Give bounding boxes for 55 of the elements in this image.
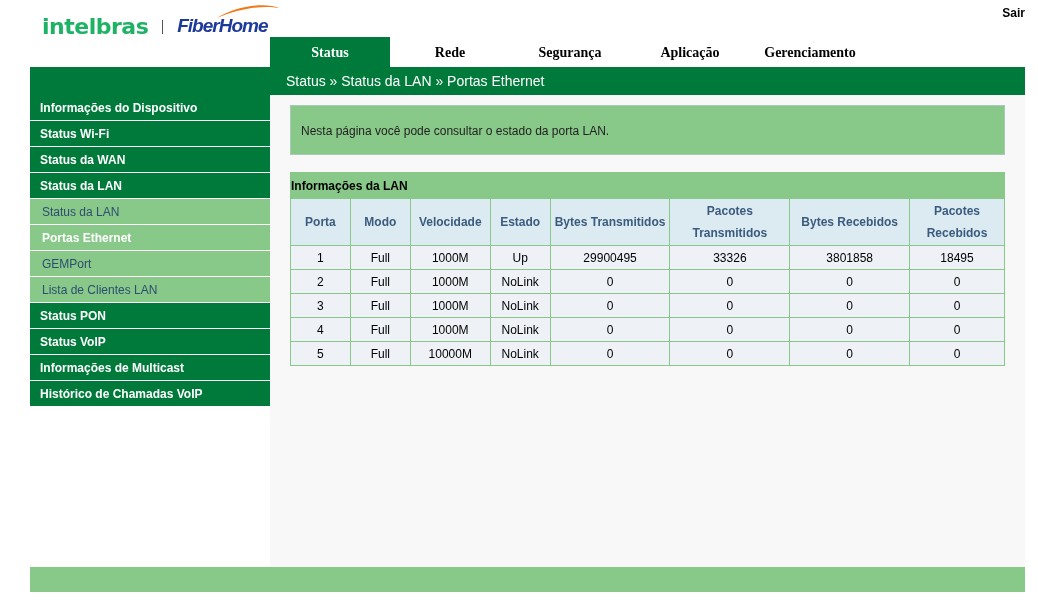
column-header: Velocidade [410,198,491,246]
table-cell: 0 [909,293,1005,318]
table-cell: 33326 [669,245,790,270]
nav-tab[interactable]: Aplicação [630,37,750,67]
nav-tab[interactable]: Rede [390,37,510,67]
sidebar-item[interactable]: Informações de Multicast [30,355,270,381]
column-header: Modo [350,198,411,246]
sidebar-subitem[interactable]: Status da LAN [30,199,270,225]
table-cell: 3 [290,293,351,318]
nav-tab[interactable]: Segurança [510,37,630,67]
table-cell: 29900495 [550,245,670,270]
sidebar-subitem[interactable]: Lista de Clientes LAN [30,277,270,303]
column-header: Pacotes Recebidos [909,198,1005,246]
sidebar-item[interactable]: Status da LAN [30,173,270,199]
sidebar-item[interactable]: Status VoIP [30,329,270,355]
table-cell: 0 [550,341,670,366]
sidebar-item[interactable]: Status da WAN [30,147,270,173]
table-cell: 0 [909,269,1005,294]
column-header: Estado [490,198,551,246]
sidebar-item[interactable]: Informações do Dispositivo [30,95,270,121]
table-cell: 0 [550,293,670,318]
table-cell: 0 [669,269,790,294]
nav-tab[interactable]: Gerenciamento [750,37,870,67]
column-header: Porta [290,198,351,246]
table-cell: 0 [909,317,1005,342]
table-cell: 0 [669,293,790,318]
logout-link[interactable]: Sair [1002,4,1025,22]
column-header: Bytes Recebidos [789,198,910,246]
info-message: Nesta página você pode consultar o estado da porta LAN. [290,105,1005,155]
brand-logo: intelbras [42,13,149,41]
table-cell: 0 [789,317,910,342]
partner-logo: FiberHome [177,12,268,41]
column-header: Bytes Transmitidos [550,198,670,246]
table-cell: 5 [290,341,351,366]
table-cell: 0 [550,269,670,294]
nav-tab[interactable]: Status [270,37,390,67]
table-cell: 1 [290,245,351,270]
column-header: Pacotes Transmitidos [669,198,790,246]
table-cell: 0 [789,293,910,318]
table-cell: 18495 [909,245,1005,270]
table-cell: 3801858 [789,245,910,270]
table-cell: 4 [290,317,351,342]
table-cell: 0 [669,317,790,342]
table-cell: 0 [789,269,910,294]
sidebar-subitem[interactable]: GEMPort [30,251,270,277]
breadcrumb: Status » Status da LAN » Portas Ethernet [285,71,545,91]
table-cell: 0 [909,341,1005,366]
table-cell: 2 [290,269,351,294]
table-cell: 0 [789,341,910,366]
sidebar-item[interactable]: Status Wi-Fi [30,121,270,147]
table-cell: 0 [550,317,670,342]
sidebar-item[interactable]: Status PON [30,303,270,329]
sidebar-item[interactable]: Histórico de Chamadas VoIP [30,381,270,407]
table-title: Informações da LAN [290,178,409,195]
table-cell: 0 [669,341,790,366]
